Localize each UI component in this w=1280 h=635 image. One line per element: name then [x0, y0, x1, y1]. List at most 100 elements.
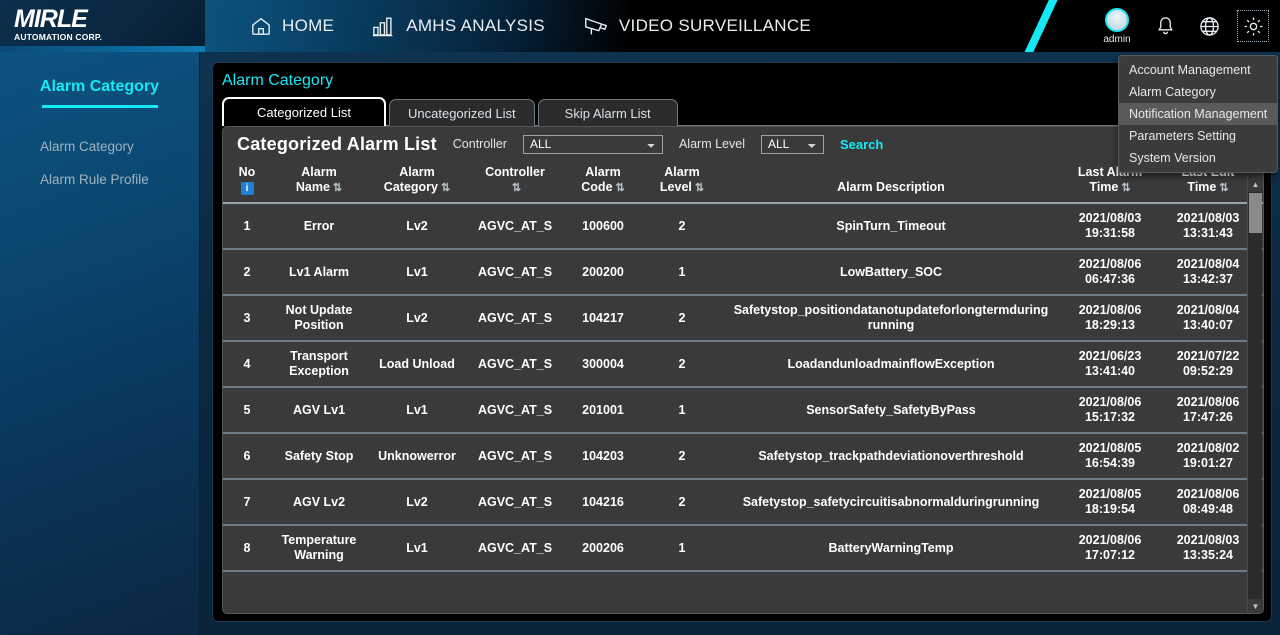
user-account[interactable]: admin [1100, 4, 1134, 48]
last-edit-time: 13:40:07 [1162, 318, 1254, 333]
table-toolbar: Categorized Alarm List Controller ALL Al… [223, 127, 1263, 161]
last-alarm-date: 2021/08/05 [1064, 487, 1156, 502]
col-header-alarm-code-line1: Alarm [565, 165, 641, 180]
scroll-down-arrow-icon[interactable]: ▼ [1248, 599, 1263, 614]
cell-controller: AGVC_AT_S [467, 433, 563, 479]
sidebar-item-alarm-category[interactable]: Alarm Category [0, 130, 199, 163]
bell-icon[interactable] [1152, 13, 1178, 39]
cell-alarm-name: Safety Stop [271, 433, 367, 479]
sidebar-menu: Alarm Category Alarm Rule Profile [0, 130, 199, 196]
page-title: Alarm Category [213, 63, 1271, 90]
col-header-no[interactable]: No i [223, 161, 271, 203]
menu-item-account-management[interactable]: Account Management [1119, 59, 1277, 81]
info-icon[interactable]: i [241, 182, 254, 195]
sort-icon[interactable]: ⇅ [1219, 182, 1228, 194]
cell-alarm-code: 100600 [563, 204, 643, 249]
table-row[interactable]: 8 Temperature Warning Lv1 AGVC_AT_S 2002… [223, 525, 1263, 571]
last-edit-time: 17:47:26 [1162, 410, 1254, 425]
nav-item-home[interactable]: HOME [250, 0, 334, 52]
nav-item-amhs-analysis[interactable]: AMHS ANALYSIS [372, 0, 545, 52]
menu-item-parameters-setting[interactable]: Parameters Setting [1119, 125, 1277, 147]
cell-controller: AGVC_AT_S [467, 387, 563, 433]
header-left-underline [0, 46, 205, 52]
alarm-table-body-table: 1 Error Lv2 AGVC_AT_S 100600 2 SpinTurn_… [223, 204, 1263, 572]
table-row[interactable]: 7 AGV Lv2 Lv2 AGVC_AT_S 104216 2 Safetys… [223, 479, 1263, 525]
scrollbar-thumb[interactable] [1249, 193, 1262, 233]
menu-item-notification-management[interactable]: Notification Management [1119, 103, 1277, 125]
table-row[interactable]: 6 Safety Stop Unknowerror AGVC_AT_S 1042… [223, 433, 1263, 479]
cell-alarm-category: Lv1 [367, 387, 467, 433]
cell-last-alarm-time: 2021/08/06 17:07:12 [1061, 525, 1159, 571]
cell-alarm-description: Safetystop_safetycircuitisabnormalduring… [721, 479, 1061, 525]
table-row[interactable]: 1 Error Lv2 AGVC_AT_S 100600 2 SpinTurn_… [223, 204, 1263, 249]
col-header-alarm-description-label: Alarm Description [723, 180, 1059, 195]
menu-item-system-version[interactable]: System Version [1119, 147, 1277, 169]
username-label: admin [1103, 34, 1130, 45]
menu-item-alarm-category[interactable]: Alarm Category [1119, 81, 1277, 103]
sort-icon[interactable]: ⇅ [512, 182, 521, 194]
cell-alarm-category: Lv1 [367, 525, 467, 571]
cell-last-alarm-time: 2021/08/05 16:54:39 [1061, 433, 1159, 479]
sort-icon[interactable]: ⇅ [333, 182, 342, 194]
col-header-last-edit-time-line2: Time [1187, 180, 1216, 194]
last-alarm-time: 18:29:13 [1064, 318, 1156, 333]
col-header-no-label: No [225, 165, 269, 180]
tab-skip-alarm-list[interactable]: Skip Alarm List [538, 99, 678, 126]
cell-alarm-level: 2 [643, 295, 721, 341]
home-icon [250, 16, 272, 36]
cell-last-edit-time: 2021/08/02 19:01:27 [1159, 433, 1257, 479]
last-alarm-time: 17:07:12 [1064, 548, 1156, 563]
table-body-scroll-region[interactable]: 1 Error Lv2 AGVC_AT_S 100600 2 SpinTurn_… [223, 204, 1263, 614]
col-header-controller[interactable]: Controller ⇅ [467, 161, 563, 203]
cell-alarm-category: Lv1 [367, 249, 467, 295]
mirle-logo[interactable]: MIRLE AUTOMATION CORP. [14, 7, 119, 42]
table-row[interactable]: 5 AGV Lv1 Lv1 AGVC_AT_S 201001 1 SensorS… [223, 387, 1263, 433]
cell-no: 2 [223, 249, 271, 295]
last-alarm-date: 2021/06/23 [1064, 349, 1156, 364]
cell-alarm-category: Load Unload [367, 341, 467, 387]
cell-last-alarm-time: 2021/08/06 18:29:13 [1061, 295, 1159, 341]
scroll-up-arrow-icon[interactable]: ▲ [1248, 177, 1263, 192]
table-vertical-scrollbar[interactable]: ▲ ▼ [1247, 177, 1262, 614]
last-alarm-time: 13:41:40 [1064, 364, 1156, 379]
cell-alarm-name: Not Update Position [271, 295, 367, 341]
globe-icon[interactable] [1196, 13, 1222, 39]
col-header-alarm-level[interactable]: Alarm Level⇅ [643, 161, 721, 203]
cell-alarm-category: Lv2 [367, 204, 467, 249]
sort-icon[interactable]: ⇅ [1121, 182, 1130, 194]
last-edit-time: 19:01:27 [1162, 456, 1254, 471]
controller-filter-select[interactable]: ALL [523, 135, 663, 154]
alarm-level-filter-select[interactable]: ALL [761, 135, 824, 154]
header-diagonal-accent [1023, 0, 1060, 52]
cell-alarm-name: Transport Exception [271, 341, 367, 387]
search-button[interactable]: Search [840, 137, 883, 152]
nav-item-video-surveillance[interactable]: VIDEO SURVEILLANCE [583, 0, 811, 52]
cell-alarm-description: Safetystop_trackpathdeviationoverthresho… [721, 433, 1061, 479]
last-edit-time: 13:35:24 [1162, 548, 1254, 563]
table-row[interactable]: 2 Lv1 Alarm Lv1 AGVC_AT_S 200200 1 LowBa… [223, 249, 1263, 295]
sort-icon[interactable]: ⇅ [441, 182, 450, 194]
table-row[interactable]: 3 Not Update Position Lv2 AGVC_AT_S 1042… [223, 295, 1263, 341]
col-header-last-alarm-time-line2: Time [1089, 180, 1118, 194]
last-alarm-date: 2021/08/06 [1064, 303, 1156, 318]
sort-icon[interactable]: ⇅ [616, 182, 625, 194]
col-header-alarm-category[interactable]: Alarm Category⇅ [367, 161, 467, 203]
cell-no: 7 [223, 479, 271, 525]
last-edit-time: 13:42:37 [1162, 272, 1254, 287]
col-header-alarm-name[interactable]: Alarm Name⇅ [271, 161, 367, 203]
cell-no: 8 [223, 525, 271, 571]
alarm-category-panel: Alarm Category Categorized List Uncatego… [212, 62, 1272, 622]
cell-no: 5 [223, 387, 271, 433]
sort-icon[interactable]: ⇅ [695, 182, 704, 194]
cell-alarm-code: 104217 [563, 295, 643, 341]
table-row[interactable]: 4 Transport Exception Load Unload AGVC_A… [223, 341, 1263, 387]
sidebar-item-alarm-rule-profile[interactable]: Alarm Rule Profile [0, 163, 199, 196]
tab-uncategorized-list[interactable]: Uncategorized List [389, 99, 535, 126]
gear-icon[interactable] [1240, 13, 1266, 39]
tab-categorized-list[interactable]: Categorized List [222, 97, 386, 126]
last-alarm-time: 19:31:58 [1064, 226, 1156, 241]
cell-no: 6 [223, 433, 271, 479]
col-header-alarm-code[interactable]: Alarm Code⇅ [563, 161, 643, 203]
cell-last-alarm-time: 2021/08/06 06:47:36 [1061, 249, 1159, 295]
cell-alarm-code: 201001 [563, 387, 643, 433]
